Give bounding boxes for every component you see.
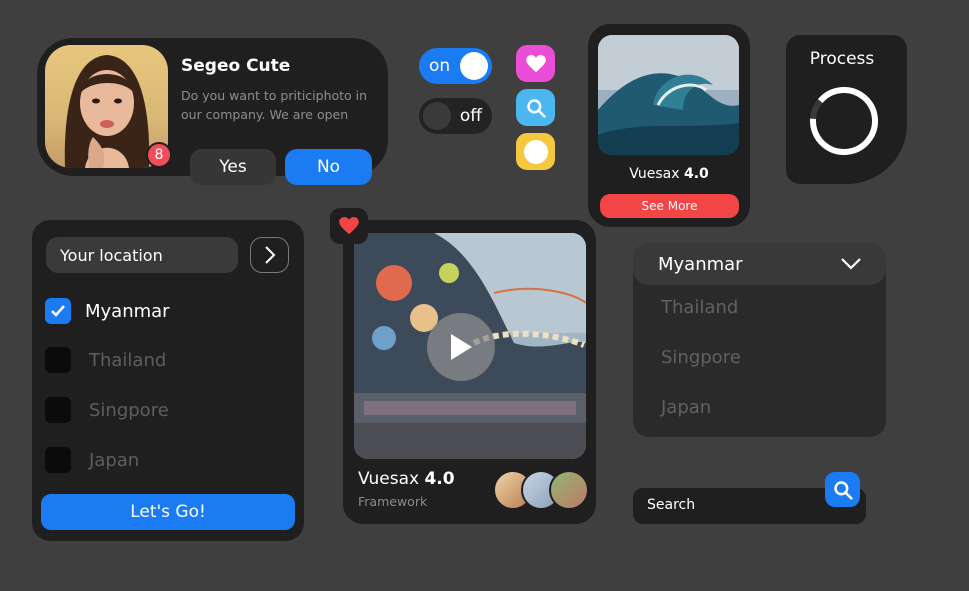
- wave-image: [598, 35, 739, 155]
- location-input[interactable]: Your location: [46, 237, 238, 273]
- video-title: Vuesax 4.0: [358, 469, 455, 489]
- chevron-right-icon: [264, 246, 275, 264]
- profile-name: Segeo Cute: [181, 56, 291, 76]
- next-button[interactable]: [250, 237, 289, 273]
- avatar[interactable]: [549, 470, 589, 510]
- process-title: Process: [809, 49, 875, 69]
- image-card: Vuesax 4.0 See More: [588, 24, 750, 227]
- search-icon: [526, 98, 546, 118]
- profile-message: Do you want to priticiphoto in our compa…: [181, 88, 368, 122]
- dropdown-selected: Myanmar: [658, 253, 743, 275]
- checkbox-label: Singpore: [89, 399, 169, 421]
- circle-button[interactable]: [516, 133, 555, 170]
- title-prefix: Vuesax: [358, 469, 420, 489]
- toggle-off-label: off: [459, 106, 482, 126]
- checkbox-label: Thailand: [89, 349, 167, 371]
- dropdown-option[interactable]: Japan: [661, 397, 711, 418]
- dropdown-header[interactable]: Myanmar: [633, 243, 886, 285]
- title-version: 4.0: [683, 166, 709, 182]
- favorite-button[interactable]: [330, 208, 368, 244]
- checkbox-myanmar[interactable]: Myanmar: [45, 297, 170, 325]
- yes-button[interactable]: Yes: [190, 149, 276, 185]
- checkbox-label: Japan: [89, 449, 140, 471]
- title-prefix: Vuesax: [629, 166, 680, 182]
- checkbox-singpore[interactable]: Singpore: [45, 396, 169, 424]
- checkbox-thailand[interactable]: Thailand: [45, 346, 166, 374]
- check-icon: [51, 305, 65, 317]
- checkbox-japan[interactable]: Japan: [45, 446, 139, 474]
- dropdown-option[interactable]: Thailand: [661, 297, 738, 318]
- dropdown-option[interactable]: Singpore: [661, 347, 741, 368]
- profile-card: 8 Segeo Cute Do you want to priticiphoto…: [37, 38, 388, 185]
- checkbox[interactable]: [45, 447, 71, 473]
- no-button[interactable]: No: [285, 149, 372, 185]
- toggle-knob: [460, 52, 488, 80]
- search-button[interactable]: [516, 89, 555, 126]
- checkbox[interactable]: [45, 397, 71, 423]
- lets-go-button[interactable]: Let's Go!: [41, 494, 295, 530]
- process-card: Process: [786, 35, 907, 184]
- heart-button[interactable]: [516, 45, 555, 82]
- chevron-down-icon: [841, 258, 861, 270]
- checkbox[interactable]: [45, 298, 71, 324]
- toggle-knob: [423, 102, 451, 130]
- toggle-on-label: on: [429, 56, 451, 76]
- location-card: Your location Myanmar Thailand Singpore …: [32, 220, 304, 541]
- toggle-off-switch[interactable]: off: [419, 98, 492, 134]
- title-version: 4.0: [424, 469, 455, 489]
- search-placeholder: Search: [647, 497, 696, 513]
- see-more-button[interactable]: See More: [600, 194, 739, 218]
- video-subtitle: Framework: [358, 494, 428, 509]
- checkbox-label: Myanmar: [85, 300, 170, 322]
- heart-icon: [339, 217, 359, 235]
- heart-icon: [525, 54, 546, 72]
- notification-badge: 8: [146, 142, 172, 168]
- country-dropdown: Myanmar Thailand Singpore Japan: [633, 243, 886, 437]
- toggle-on-switch[interactable]: on: [419, 48, 492, 84]
- video-card: Vuesax 4.0 Framework: [343, 220, 596, 524]
- play-button[interactable]: [427, 313, 495, 381]
- checkbox[interactable]: [45, 347, 71, 373]
- circle-icon: [523, 139, 548, 164]
- progress-ring: [810, 87, 878, 155]
- image-card-title: Vuesax 4.0: [588, 166, 750, 182]
- search-icon: [833, 480, 853, 500]
- play-icon: [451, 334, 472, 360]
- search-submit-button[interactable]: [825, 472, 860, 507]
